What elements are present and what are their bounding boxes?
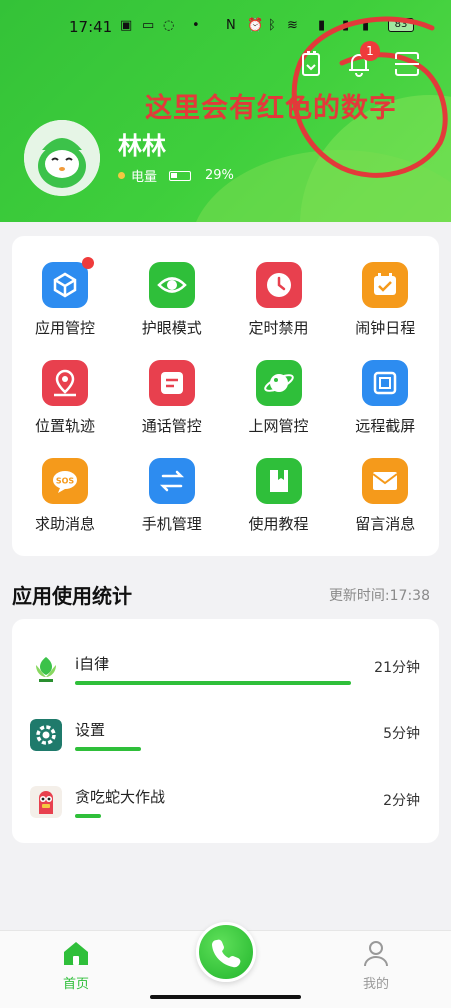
nav-me-label: 我的: [362, 977, 389, 992]
app-name: i自律: [75, 655, 110, 673]
annotation-text: 这里会有红色的数字: [145, 93, 397, 124]
avatar[interactable]: [24, 120, 100, 196]
app-usage-row[interactable]: 设置 5分钟: [12, 707, 439, 767]
message-icon: ◌: [163, 18, 175, 33]
feature-item[interactable]: 应用管控: [12, 236, 118, 337]
feature-label: 手机管理: [141, 515, 202, 533]
usage-bar: [75, 681, 351, 685]
home-icon: [64, 942, 88, 965]
user-icon: [364, 941, 388, 967]
usage-bar: [75, 814, 101, 818]
svg-text:SOS: SOS: [56, 477, 75, 486]
app-usage-time: 2分钟: [383, 793, 420, 809]
notification-dot: [82, 257, 94, 269]
app-usage-row[interactable]: 贪吃蛇大作战 2分钟: [12, 774, 439, 834]
phone-icon: [212, 939, 241, 968]
call-button[interactable]: [196, 922, 256, 982]
dot-icon: •: [192, 18, 200, 33]
stats-title: 应用使用统计: [12, 584, 132, 608]
calendar-check-icon: [362, 262, 409, 308]
stats-card: i自律 21分钟 设置 5分钟 贪吃蛇大作战 2分钟: [12, 619, 439, 843]
nfc-icon: N: [226, 18, 236, 33]
message-icon: [148, 360, 195, 406]
header: 17:41 ▣ ▭ ◌ • N ⏰ ᛒ ≋ ▮ ▮ ▮ 83 1 这里会有红色的…: [0, 0, 451, 222]
izilv-app-icon: [30, 653, 62, 685]
feature-item[interactable]: 使用教程: [226, 432, 332, 533]
feature-item[interactable]: 闹钟日程: [332, 236, 438, 337]
home-indicator: [150, 995, 301, 999]
battery-level-icon: [169, 170, 192, 181]
nav-home-tab[interactable]: 首页: [48, 939, 104, 992]
book-icon: [255, 458, 302, 504]
app-usage-row[interactable]: i自律 21分钟: [12, 641, 439, 701]
screenshot-icon: [362, 360, 409, 406]
app-name: 设置: [75, 721, 106, 739]
battery-level-fill: [171, 172, 178, 178]
device-battery: 电量 29%: [118, 166, 234, 185]
snake-game-app-icon: [30, 786, 62, 818]
notification-badge: 1: [360, 41, 380, 61]
battery-percent: 29%: [205, 168, 234, 183]
feature-item[interactable]: 手机管理: [119, 432, 225, 533]
app-notification-icon: ▣: [120, 18, 133, 33]
usage-bar: [75, 747, 141, 751]
settings-app-icon: [30, 719, 62, 751]
feature-label: 求助消息: [34, 515, 95, 533]
sos-icon: SOS: [42, 458, 88, 504]
battery-label: 电量: [131, 170, 158, 185]
planet-icon: [255, 360, 302, 406]
status-dot-icon: [118, 172, 125, 179]
stats-update-time: 更新时间:17:38: [328, 588, 430, 604]
clock-icon: [255, 262, 302, 308]
chat-icon: ▭: [142, 18, 155, 33]
feature-label: 使用教程: [248, 515, 309, 533]
device-icon: [302, 51, 320, 76]
bluetooth-icon: ᛒ: [268, 18, 276, 33]
status-time: 17:41: [69, 18, 113, 36]
feature-item[interactable]: 远程截屏: [332, 334, 438, 435]
app-usage-time: 5分钟: [383, 726, 420, 742]
eye-icon: [148, 262, 195, 308]
nav-me-tab[interactable]: 我的: [348, 939, 404, 992]
transfer-icon: [148, 458, 195, 504]
feature-item[interactable]: 通话管控: [119, 334, 225, 435]
feature-item[interactable]: 留言消息: [332, 432, 438, 533]
feature-item[interactable]: 定时禁用: [226, 236, 332, 337]
feature-grid: 应用管控 护眼模式 定时禁用 闹钟日程位置轨迹 通话管控 上网管控 远程截屏 SOS 求助消息 手…: [12, 236, 439, 556]
feature-item[interactable]: 位置轨迹: [12, 334, 118, 435]
feature-label: 留言消息: [355, 515, 416, 533]
nav-home-label: 首页: [62, 977, 89, 992]
app-name: 贪吃蛇大作战: [75, 788, 166, 806]
feature-item[interactable]: 护眼模式: [119, 236, 225, 337]
alarm-icon: ⏰: [247, 18, 264, 33]
feature-item[interactable]: 上网管控: [226, 334, 332, 435]
location-icon: [42, 360, 88, 406]
envelope-icon: [362, 458, 409, 504]
cube-icon: [42, 257, 94, 308]
feature-item[interactable]: SOS 求助消息: [12, 432, 118, 533]
device-button[interactable]: [296, 49, 326, 79]
mascot-avatar-icon: [24, 120, 100, 196]
app-usage-time: 21分钟: [374, 660, 420, 676]
user-name: 林林: [118, 132, 166, 160]
scan-button[interactable]: [392, 49, 422, 79]
scan-icon: [395, 52, 419, 76]
